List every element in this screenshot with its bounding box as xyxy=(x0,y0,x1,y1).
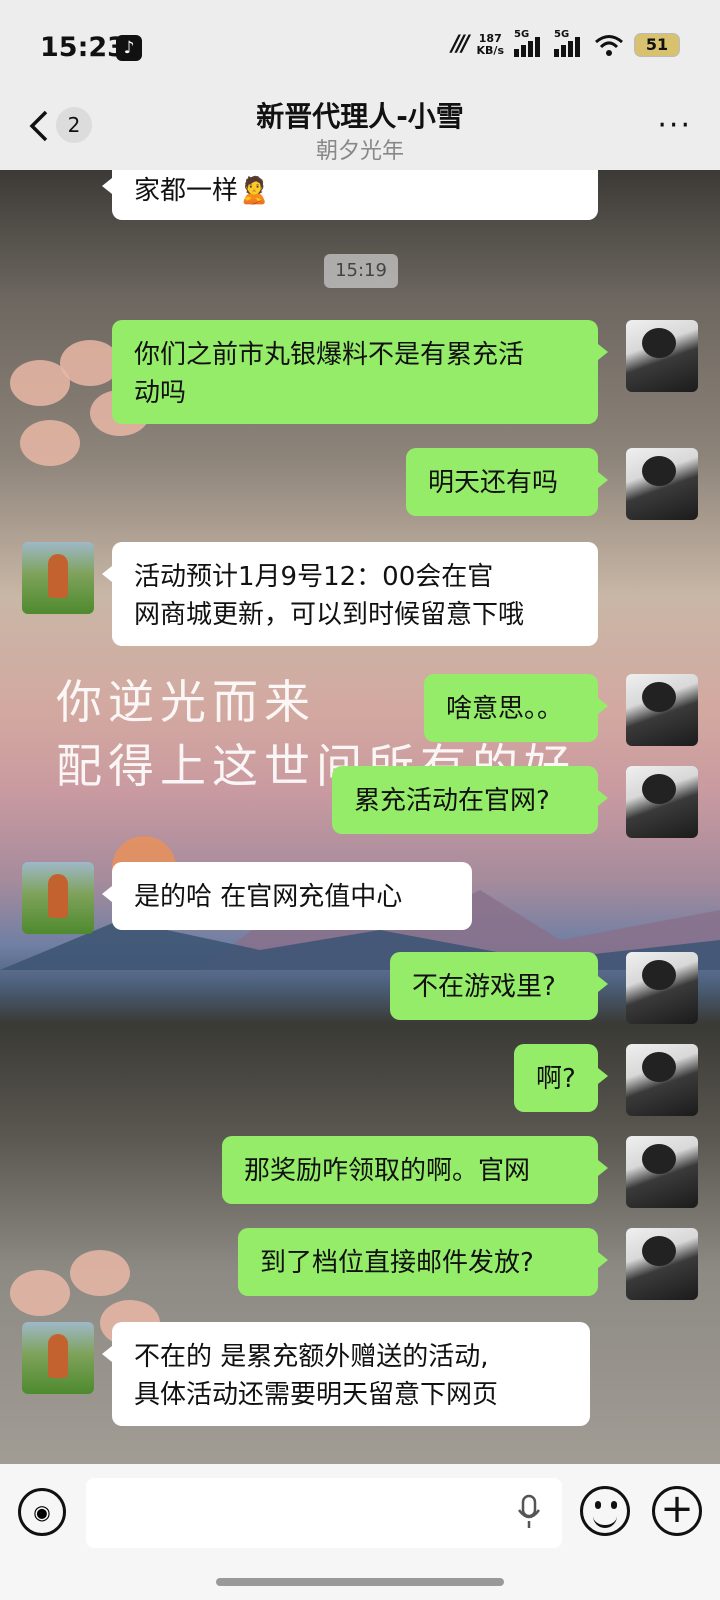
status-time: 15:23 xyxy=(40,32,126,63)
avatar[interactable] xyxy=(22,862,94,934)
network-speed: 187 KB/s xyxy=(476,31,504,57)
avatar[interactable] xyxy=(626,1136,698,1208)
message-bubble[interactable]: 那奖励咋领取的啊。官网 xyxy=(222,1136,608,1204)
avatar[interactable] xyxy=(626,448,698,520)
plus-icon[interactable]: + xyxy=(652,1486,702,1536)
chat-title: 新晋代理人-小雪 xyxy=(256,100,464,133)
timestamp: 15:19 xyxy=(324,254,398,288)
message-bubble[interactable]: 到了档位直接邮件发放? xyxy=(238,1228,608,1296)
wifi-icon xyxy=(595,34,623,56)
message-bubble[interactable]: 啊? xyxy=(514,1044,608,1112)
voice-icon[interactable]: ◉ xyxy=(18,1488,66,1536)
battery-icon: 51 xyxy=(634,32,680,57)
message-bubble[interactable]: 家都一样🙎 xyxy=(102,170,598,220)
chat-subtitle: 朝夕光年 xyxy=(315,139,404,164)
avatar[interactable] xyxy=(626,766,698,838)
message-input[interactable] xyxy=(86,1478,562,1548)
chat-area[interactable]: 你逆光而来 配得上这世间所有的好 家都一样🙎 15:19 你们之前市丸银爆料不是… xyxy=(0,170,720,1464)
avatar[interactable] xyxy=(22,1322,94,1394)
message-bubble[interactable]: 不在的 是累充额外赠送的活动, 具体活动还需要明天留意下网页 xyxy=(102,1322,590,1426)
message-bubble[interactable]: 不在游戏里? xyxy=(390,952,608,1020)
avatar[interactable] xyxy=(22,542,94,614)
tiktok-icon: ♪ xyxy=(116,35,142,61)
avatar[interactable] xyxy=(626,1228,698,1300)
status-icons: /// 187 KB/s 5G 5G 51 xyxy=(451,29,680,57)
more-icon[interactable]: ··· xyxy=(657,111,692,141)
message-bubble[interactable]: 活动预计1月9号12：00会在官 网商城更新，可以到时候留意下哦 xyxy=(102,542,598,646)
avatar[interactable] xyxy=(626,1044,698,1116)
mic-icon[interactable] xyxy=(516,1494,542,1530)
avatar[interactable] xyxy=(626,952,698,1024)
message-bubble[interactable]: 是的哈 在官网充值中心 xyxy=(102,862,472,930)
message-bubble[interactable]: 明天还有吗 xyxy=(406,448,608,516)
message-bubble[interactable]: 你们之前市丸银爆料不是有累充活 动吗 xyxy=(112,320,608,424)
message-bubble[interactable]: 啥意思。。 xyxy=(424,674,608,742)
avatar[interactable] xyxy=(626,674,698,746)
avatar[interactable] xyxy=(626,320,698,392)
message-bubble[interactable]: 累充活动在官网? xyxy=(332,766,608,834)
speed-icon: /// xyxy=(451,32,469,57)
status-bar: 15:23 ♪ /// 187 KB/s 5G 5G 51 xyxy=(0,0,720,95)
emoji-icon[interactable] xyxy=(580,1486,630,1536)
home-indicator[interactable] xyxy=(216,1578,504,1586)
chat-header: 2 新晋代理人-小雪 朝夕光年 ··· xyxy=(0,95,720,170)
signal-icon: 5G xyxy=(514,29,544,57)
signal-icon: 5G xyxy=(554,29,584,57)
background-text-line1: 你逆光而来 xyxy=(56,675,316,729)
